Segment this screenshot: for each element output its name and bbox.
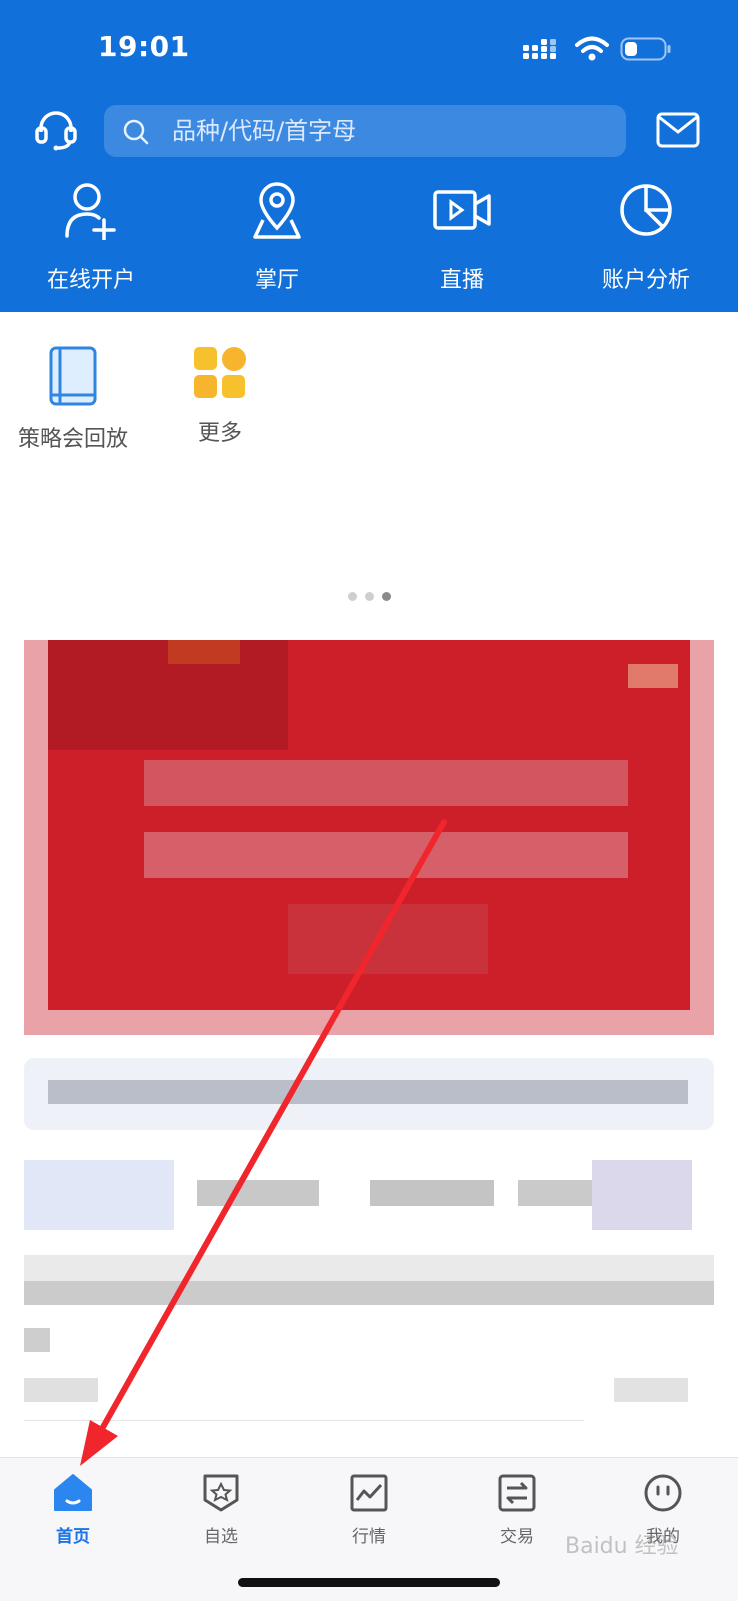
carousel-dot-active — [382, 592, 391, 601]
quick-action-label: 在线开户 — [46, 268, 135, 293]
blurred-content — [24, 1160, 174, 1230]
banner-pixel-block — [168, 640, 240, 664]
blurred-content — [24, 1255, 714, 1305]
star-badge-icon — [203, 1474, 239, 1512]
search-input[interactable] — [172, 111, 612, 151]
home-icon — [54, 1474, 92, 1511]
pie-chart-icon — [620, 184, 672, 236]
shortcut-label: 策略会回放 — [17, 427, 128, 452]
shortcut-more[interactable]: 更多 — [150, 345, 290, 447]
wifi-icon — [575, 36, 609, 61]
quick-action-open-account[interactable]: 在线开户 — [21, 180, 161, 294]
status-time: 19:01 — [98, 30, 190, 63]
banner-image — [48, 640, 690, 1010]
mail-icon[interactable] — [656, 112, 700, 148]
blurred-content — [592, 1160, 692, 1230]
blurred-content — [24, 1058, 714, 1130]
carousel-indicator — [348, 592, 391, 601]
exchange-icon — [498, 1474, 536, 1512]
banner-pixel-row — [144, 760, 628, 806]
blurred-text — [518, 1180, 598, 1206]
battery-icon — [620, 37, 671, 61]
tab-home[interactable]: 首页 — [18, 1472, 128, 1547]
smiley-icon — [644, 1474, 682, 1512]
cellular-signal-icon — [523, 39, 556, 59]
add-user-icon — [65, 183, 116, 240]
watermark: Baidu 经验 — [565, 1534, 679, 1559]
tab-label: 交易 — [500, 1527, 534, 1547]
blurred-text — [197, 1180, 319, 1206]
blurred-text — [24, 1281, 714, 1305]
grid-icon — [194, 347, 246, 398]
tab-label: 自选 — [204, 1527, 238, 1547]
tab-trade[interactable]: 交易 — [462, 1472, 572, 1547]
carousel-dot — [365, 592, 374, 601]
divider — [24, 1420, 584, 1421]
quick-action-account-analysis[interactable]: 账户分析 — [576, 180, 716, 294]
tab-market[interactable]: 行情 — [314, 1472, 424, 1547]
search-icon — [123, 119, 149, 145]
video-icon — [433, 190, 491, 230]
tab-label: 首页 — [56, 1527, 90, 1547]
blurred-text — [614, 1378, 688, 1402]
blurred-text — [370, 1180, 494, 1206]
quick-action-label: 账户分析 — [601, 268, 690, 293]
quick-action-label: 掌厅 — [254, 268, 299, 293]
blurred-text — [24, 1378, 98, 1402]
promo-banner[interactable] — [24, 640, 714, 1035]
shortcut-label: 更多 — [197, 421, 242, 446]
banner-pixel-row — [144, 832, 628, 878]
banner-pixel-block — [288, 904, 488, 974]
tab-watchlist[interactable]: 自选 — [166, 1472, 276, 1547]
trend-chart-icon — [350, 1474, 388, 1512]
blurred-text — [48, 1080, 688, 1104]
book-icon — [49, 346, 97, 406]
shortcut-strategy-replay[interactable]: 策略会回放 — [3, 345, 143, 453]
search-bar[interactable] — [104, 105, 626, 157]
quick-action-live[interactable]: 直播 — [392, 180, 532, 294]
quick-action-label: 直播 — [439, 268, 484, 293]
carousel-dot — [348, 592, 357, 601]
customer-service-icon[interactable] — [34, 108, 78, 152]
location-pin-icon — [253, 182, 301, 239]
blurred-text — [24, 1328, 50, 1352]
tab-label: 行情 — [352, 1527, 386, 1547]
banner-pixel-block — [628, 664, 678, 688]
quick-action-hall[interactable]: 掌厅 — [207, 180, 347, 294]
home-indicator — [238, 1578, 500, 1587]
